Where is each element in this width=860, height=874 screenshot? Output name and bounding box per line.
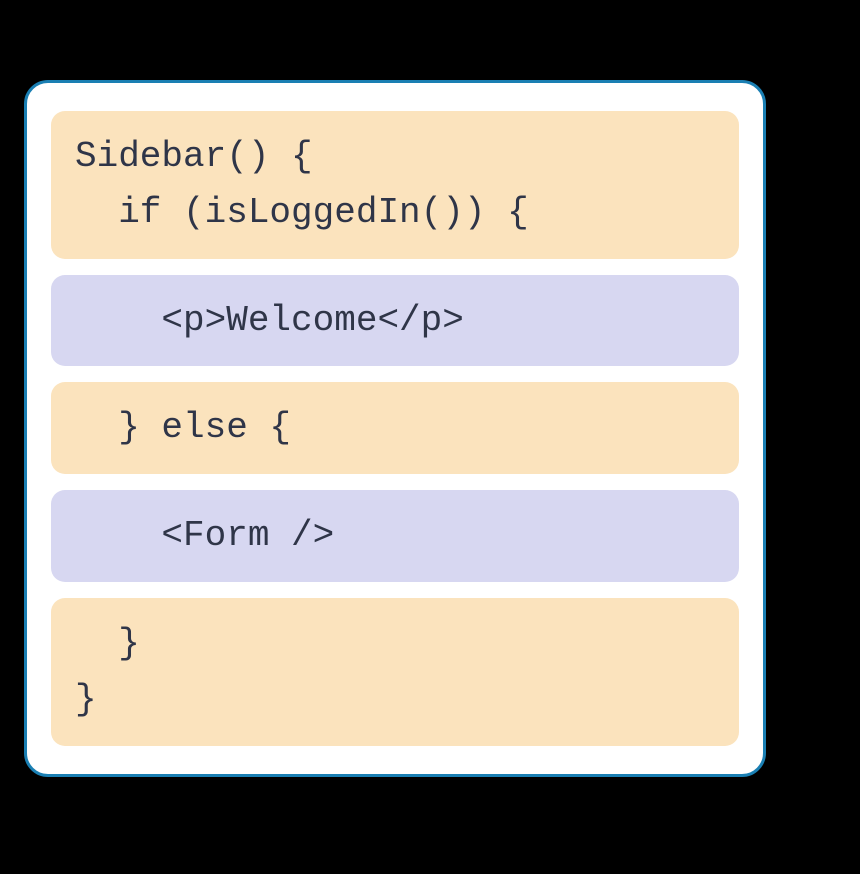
code-block-jsx-2: <Form /> [51,490,739,582]
code-block-js-2: } else { [51,382,739,474]
code-block-jsx-1: <p>Welcome</p> [51,275,739,367]
code-card: Sidebar() { if (isLoggedIn()) { <p>Welco… [24,80,766,777]
code-block-js-3: } } [51,598,739,746]
code-block-js-1: Sidebar() { if (isLoggedIn()) { [51,111,739,259]
